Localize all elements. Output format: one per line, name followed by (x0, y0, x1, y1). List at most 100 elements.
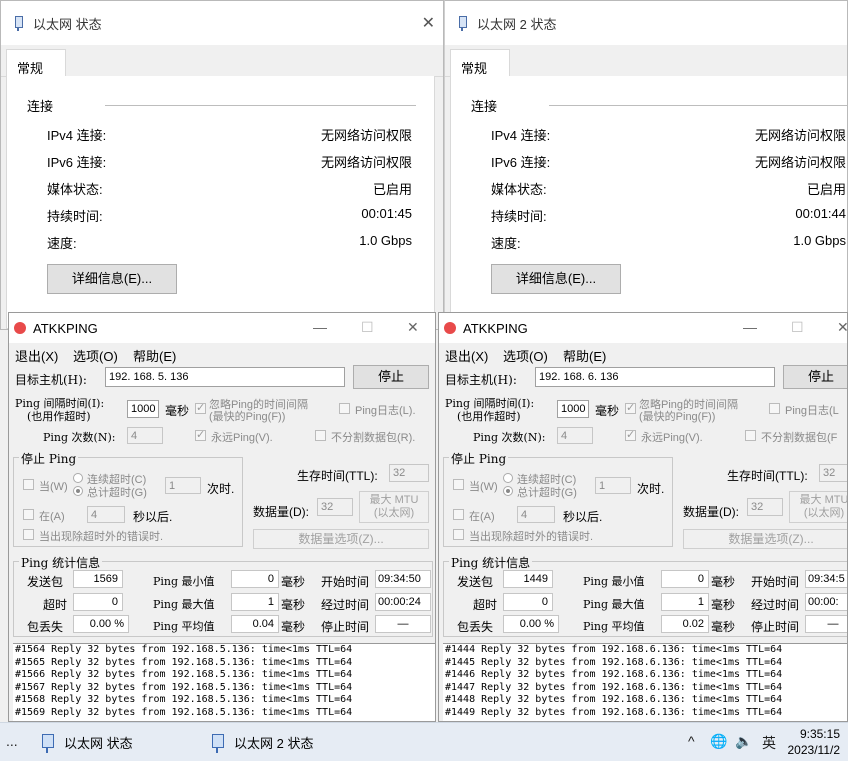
taskbar-item-ethernet-status[interactable]: 以太网 状态 (40, 723, 133, 761)
taskbar-item-label: 以太网 2 状态 (234, 736, 314, 751)
data-size-input[interactable]: 32 (317, 498, 353, 516)
elapsed-time-value: 00:00:24 (375, 593, 431, 611)
interval-input[interactable]: 1000 (557, 400, 589, 418)
target-host-input[interactable]: 192. 168. 5. 136 (105, 367, 345, 387)
consecutive-timeout-radio[interactable] (73, 473, 83, 483)
ping-log-area[interactable]: #1564 Reply 32 bytes from 192.168.5.136:… (13, 643, 435, 721)
speed-value: 1.0 Gbps (793, 233, 846, 248)
media-state-value: 已启用 (372, 182, 412, 197)
at-seconds-input[interactable]: 4 (517, 506, 555, 523)
interval-input[interactable]: 1000 (127, 400, 159, 418)
speed-label: 速度: (47, 236, 77, 251)
stop-time-label: 停止时间 (321, 620, 370, 634)
taskbar: ... 以太网 状态 以太网 2 状态 ^ 🌐 🔈 英 9:35:15 2023… (0, 722, 848, 761)
stop-button[interactable]: 停止 (783, 365, 847, 389)
ping-log-checkbox[interactable] (769, 403, 780, 414)
close-icon[interactable]: ✕ (422, 13, 435, 33)
no-fragment-checkbox[interactable] (315, 430, 326, 441)
ipv4-label: IPv4 连接: (491, 128, 551, 143)
avg-unit: 毫秒 (281, 620, 306, 634)
max-label: Ping 最大值 (583, 598, 645, 611)
clock-date: 2023/11/2 (787, 743, 841, 757)
duration-value: 00:01:45 (361, 206, 412, 221)
at-label: 在(A) (39, 511, 65, 523)
target-host-input[interactable]: 192. 168. 6. 136 (535, 367, 775, 387)
taskbar-item-ethernet-2-status[interactable]: 以太网 2 状态 (210, 723, 313, 761)
data-size-input[interactable]: 32 (747, 498, 783, 516)
max-value: 1 (231, 593, 279, 611)
menu-options[interactable]: 选项(O) (73, 346, 118, 365)
duration-label: 持续时间: (47, 209, 103, 224)
show-error-checkbox[interactable] (23, 529, 34, 540)
log-line: #1567 Reply 32 bytes from 192.168.5.136:… (15, 681, 353, 693)
seconds-after-label: 秒以后. (563, 510, 603, 524)
ime-indicator[interactable]: 英 (762, 733, 776, 753)
when-checkbox[interactable] (453, 479, 464, 490)
log-line: #1568 Reply 32 bytes from 192.168.5.136:… (15, 694, 353, 706)
max-value: 1 (661, 593, 709, 611)
timeout-count-input[interactable]: 1 (165, 477, 201, 494)
total-timeout-radio[interactable] (503, 486, 513, 496)
ping-forever-checkbox[interactable] (625, 428, 636, 441)
sent-value: 1449 (503, 570, 553, 588)
menu-help[interactable]: 帮助(E) (133, 346, 176, 365)
data-options-button[interactable]: 数据量选项(Z)... (253, 529, 429, 549)
tab-general[interactable]: 常规 (6, 49, 66, 78)
max-mtu-button[interactable]: 最大 MTU (以太网) (789, 491, 847, 523)
clock[interactable]: 9:35:15 2023/11/2 (788, 726, 841, 758)
menu-exit[interactable]: 退出(X) (445, 346, 488, 365)
min-value: 0 (231, 570, 279, 588)
min-value: 0 (661, 570, 709, 588)
stop-time-value: — (375, 615, 431, 633)
tray-chevron-icon[interactable]: ^ (688, 733, 695, 749)
ping-log-checkbox[interactable] (339, 403, 350, 414)
consecutive-timeout-radio[interactable] (503, 473, 513, 483)
no-fragment-checkbox[interactable] (745, 430, 756, 441)
minimize-icon[interactable]: — (313, 319, 327, 335)
loss-label: 包丢失 (457, 620, 494, 634)
count-input[interactable]: 4 (127, 427, 163, 444)
minimize-icon[interactable]: — (743, 319, 757, 335)
max-mtu-button[interactable]: 最大 MTU (以太网) (359, 491, 429, 523)
ping-log-area[interactable]: #1444 Reply 32 bytes from 192.168.6.136:… (443, 643, 847, 721)
ethernet-2-status-window: 以太网 2 状态 常规 连接 IPv4 连接: 无网络访问权限 IPv6 连接:… (444, 0, 848, 330)
taskbar-overflow[interactable]: ... (6, 733, 18, 749)
ttl-input[interactable]: 32 (819, 464, 847, 482)
ignore-interval-checkbox[interactable] (195, 401, 206, 414)
max-mtu-line-2: (以太网) (373, 507, 415, 519)
ping-forever-checkbox[interactable] (195, 428, 206, 441)
tab-general[interactable]: 常规 (450, 49, 510, 78)
at-checkbox[interactable] (23, 509, 34, 520)
menu-exit[interactable]: 退出(X) (15, 346, 58, 365)
taskbar-item-label: 以太网 状态 (64, 736, 133, 751)
ttl-input[interactable]: 32 (389, 464, 429, 482)
stop-button[interactable]: 停止 (353, 365, 429, 389)
ignore-interval-sub-label: (最快的Ping(F)) (639, 411, 716, 423)
close-icon[interactable]: ✕ (407, 319, 419, 336)
timeout-count-input[interactable]: 1 (595, 477, 631, 494)
network-icon[interactable]: 🌐 (710, 733, 727, 750)
details-button[interactable]: 详细信息(E)... (47, 264, 177, 294)
show-error-checkbox[interactable] (453, 529, 464, 540)
when-checkbox[interactable] (23, 479, 34, 490)
ignore-interval-checkbox[interactable] (625, 401, 636, 414)
volume-icon[interactable]: 🔈 (735, 733, 752, 750)
maximize-icon[interactable]: ☐ (791, 319, 804, 336)
when-label: 当(W) (469, 481, 498, 493)
details-button[interactable]: 详细信息(E)... (491, 264, 621, 294)
log-line: #1446 Reply 32 bytes from 192.168.6.136:… (445, 669, 783, 681)
avg-value: 0.04 (231, 615, 279, 633)
menu-options[interactable]: 选项(O) (503, 346, 548, 365)
menu-help[interactable]: 帮助(E) (563, 346, 606, 365)
total-timeout-radio[interactable] (73, 486, 83, 496)
max-mtu-line-1: 最大 MTU (369, 494, 419, 506)
at-checkbox[interactable] (453, 509, 464, 520)
data-options-button[interactable]: 数据量选项(Z)... (683, 529, 847, 549)
count-input[interactable]: 4 (557, 427, 593, 444)
at-seconds-input[interactable]: 4 (87, 506, 125, 523)
stats-group-title: Ping 统计信息 (449, 554, 533, 571)
maximize-icon[interactable]: ☐ (361, 319, 374, 336)
timeout-label: 超时 (43, 598, 68, 612)
close-icon[interactable]: ✕ (837, 319, 847, 336)
atkkping-window: ATKKPING — ☐ ✕ 退出(X) 选项(O) 帮助(E) 目标主机(H)… (8, 312, 436, 722)
